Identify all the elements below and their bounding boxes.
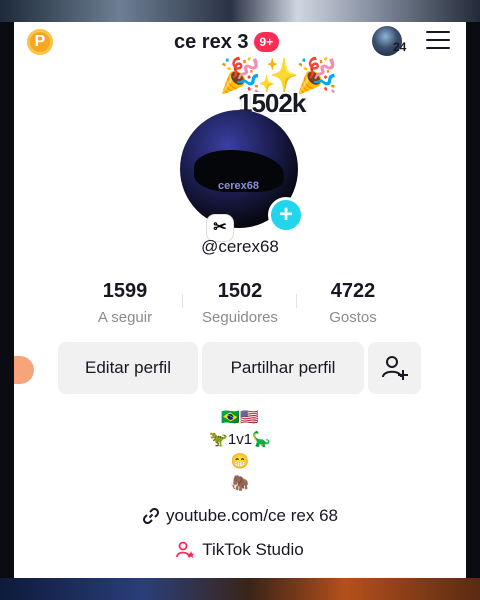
share-profile-button[interactable]: Partilhar perfil xyxy=(202,342,364,394)
add-icon[interactable]: + xyxy=(268,197,304,233)
stat-followers-value: 1502 xyxy=(217,280,263,302)
background-video-top xyxy=(0,0,480,22)
stat-divider xyxy=(296,294,297,308)
bio-line: 🦖1v1🦕 xyxy=(209,431,271,448)
tiktok-studio-link[interactable]: TikTok Studio xyxy=(14,540,466,560)
page-title: ce rex 3 xyxy=(174,30,249,53)
right-gutter xyxy=(466,22,480,578)
link-icon xyxy=(142,507,160,525)
side-handle[interactable] xyxy=(14,356,34,384)
stat-followers[interactable]: 1502 Seguidores xyxy=(185,280,295,326)
stat-following[interactable]: 1599 A seguir xyxy=(70,280,180,326)
username: @cerex68 xyxy=(201,237,279,256)
stat-following-value: 1599 xyxy=(102,280,148,302)
stat-likes-value: 4722 xyxy=(330,280,376,302)
youtube-link-label: youtube.com/ce rex 68 xyxy=(166,506,338,525)
bio-line: 🦣 xyxy=(230,475,250,492)
pfp-watermark: cerex68 xyxy=(218,180,259,192)
notification-badge: 9+ xyxy=(253,32,280,52)
stat-following-label: A seguir xyxy=(97,309,153,326)
bio-line: 🇧🇷🇺🇸 xyxy=(221,409,259,426)
menu-icon[interactable] xyxy=(426,31,450,51)
coin-icon[interactable]: P xyxy=(27,29,53,55)
avatar-count: 24 xyxy=(393,40,407,54)
stat-followers-label: Seguidores xyxy=(202,309,278,326)
left-gutter xyxy=(0,22,14,578)
studio-icon xyxy=(176,541,195,558)
youtube-link[interactable]: youtube.com/ce rex 68 xyxy=(14,506,466,526)
add-friend-icon xyxy=(381,356,408,380)
background-video-bottom xyxy=(0,578,480,600)
tiktok-studio-label: TikTok Studio xyxy=(202,540,304,559)
profile-panel: P ce rex 3 9+ 24 🎉✨🎉 1502k cerex68 ✂ + @… xyxy=(14,22,466,578)
bio-line: 😁 xyxy=(230,453,250,470)
stat-divider xyxy=(182,294,183,308)
stat-likes-label: Gostos xyxy=(329,309,377,326)
account-switcher[interactable]: ce rex 3 9+ xyxy=(174,29,280,55)
add-friend-button[interactable] xyxy=(368,342,421,394)
edit-profile-button[interactable]: Editar perfil xyxy=(58,342,198,394)
stat-likes[interactable]: 4722 Gostos xyxy=(298,280,408,326)
